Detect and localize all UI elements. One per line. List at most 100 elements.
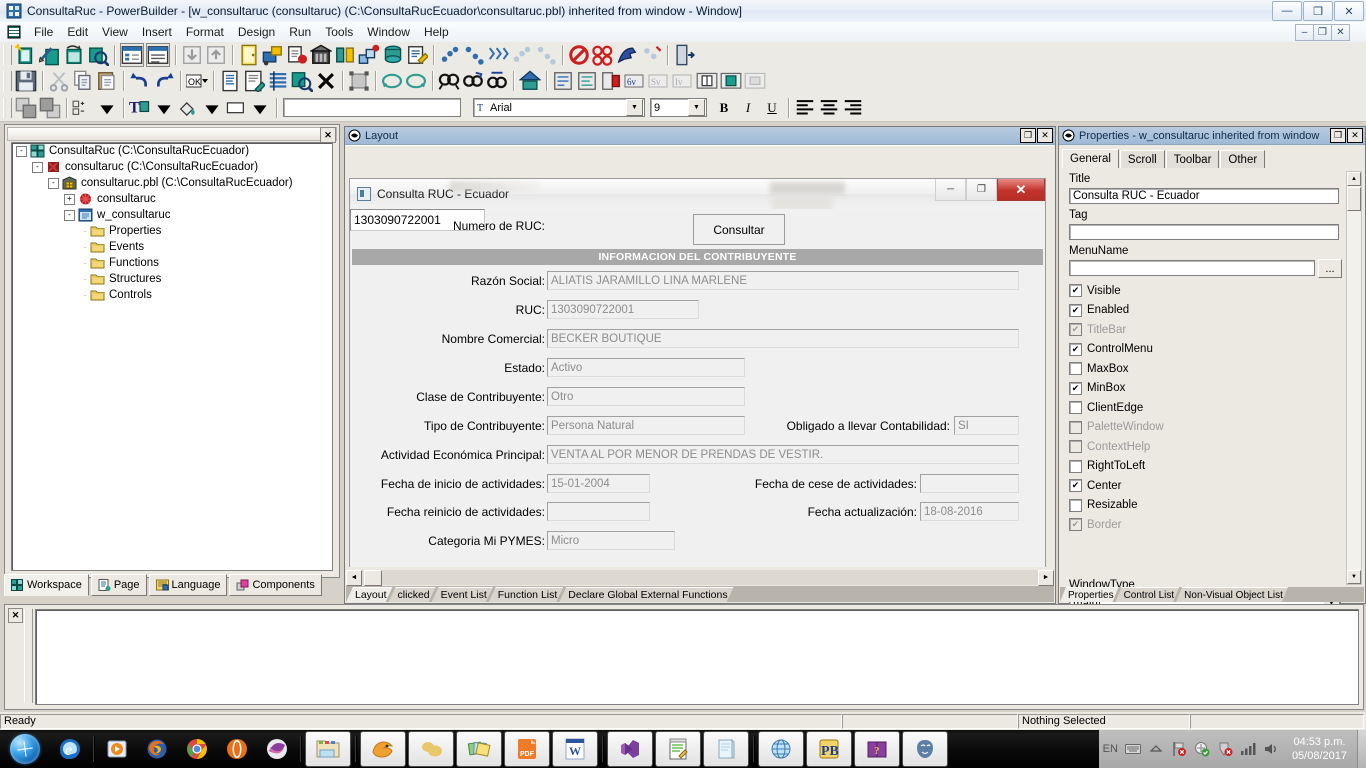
background-color-icon[interactable]: [225, 97, 247, 119]
align-right-icon[interactable]: [842, 97, 864, 119]
tree-node-w_consultaruc[interactable]: - w_consultaruc: [12, 207, 332, 223]
font-name-dropdown-arrow[interactable]: ▼: [626, 99, 643, 116]
language-indicator[interactable]: EN: [1103, 743, 1118, 755]
firefox-icon[interactable]: [137, 732, 177, 766]
scroll-down-button[interactable]: ▼: [1347, 570, 1361, 584]
toolbar-grip-2[interactable]: [3, 71, 12, 91]
tree-node-functions[interactable]: · Functions: [12, 255, 332, 271]
tab-order-icon[interactable]: [267, 70, 289, 92]
delete-icon[interactable]: [315, 70, 337, 92]
layout-horizontal-scrollbar[interactable]: ◄ ►: [346, 569, 1054, 586]
properties-close-button[interactable]: ✕: [1347, 128, 1363, 143]
datawindow-painter-icon[interactable]: [262, 44, 284, 66]
workspace-tree[interactable]: - ConsultaRuc (C:\ConsultaRucEcuador) - con…: [11, 142, 333, 571]
menu-tools[interactable]: Tools: [318, 23, 360, 41]
instance-vars2-icon[interactable]: Iv: [672, 70, 694, 92]
windows-media-player-icon[interactable]: [97, 732, 137, 766]
keyboard-icon[interactable]: [1124, 741, 1141, 757]
font-size-combo[interactable]: 9 ▼: [650, 98, 707, 117]
bring-to-front-icon[interactable]: [15, 97, 37, 119]
paste-special-icon[interactable]: [519, 70, 541, 92]
align-grid-dropdown[interactable]: [96, 97, 118, 119]
tag-field[interactable]: [1069, 224, 1339, 240]
find-prev-icon[interactable]: [486, 70, 508, 92]
properties-icon-tb[interactable]: [243, 70, 265, 92]
toolbar-grip[interactable]: [3, 45, 12, 65]
flag-action-center-icon[interactable]: [1171, 741, 1187, 757]
taskbar-button-8[interactable]: [703, 731, 749, 767]
copy-icon[interactable]: [72, 70, 94, 92]
network-icon[interactable]: [1240, 741, 1256, 757]
layout-tab-declare-global-external-functions[interactable]: Declare Global External Functions: [559, 587, 733, 602]
paste-icon[interactable]: [96, 70, 118, 92]
zoom-out-icon[interactable]: [381, 70, 403, 92]
shared-vars-icon[interactable]: [600, 70, 622, 92]
taskbar-clock[interactable]: 04:53 p.m. 05/08/2017: [1286, 735, 1353, 763]
library-painter-icon[interactable]: [238, 44, 260, 66]
expand-toggle-icon[interactable]: +: [64, 193, 75, 205]
menu-file[interactable]: File: [27, 23, 60, 41]
new-script-icon[interactable]: [219, 70, 241, 92]
volume-icon[interactable]: [1263, 741, 1279, 757]
layout-tab-layout[interactable]: Layout: [346, 587, 393, 602]
opera-icon[interactable]: [217, 732, 257, 766]
security-icon[interactable]: [1217, 741, 1233, 757]
text-color-icon[interactable]: T: [129, 97, 151, 119]
checkout-icon[interactable]: [205, 44, 227, 66]
database-profile2-icon[interactable]: [334, 44, 356, 66]
menu-help[interactable]: Help: [417, 23, 456, 41]
exit-icon[interactable]: [673, 44, 695, 66]
color-icon[interactable]: [720, 70, 742, 92]
debug-icon[interactable]: [463, 44, 485, 66]
scroll-up-button[interactable]: ▲: [1347, 172, 1361, 186]
tree-node-structures[interactable]: · Structures: [12, 271, 332, 287]
preview-icon[interactable]: [87, 44, 109, 66]
taskbar-button-11[interactable]: ?: [854, 731, 900, 767]
checkin-icon[interactable]: [181, 44, 203, 66]
italic-button[interactable]: I: [737, 97, 759, 119]
collapse-toggle-icon[interactable]: -: [16, 145, 27, 157]
menu-design[interactable]: Design: [231, 23, 282, 41]
layout-tab-function-list[interactable]: Function List: [489, 587, 564, 602]
taskbar-button-9[interactable]: [758, 731, 804, 767]
workspace-tab-workspace[interactable]: Workspace: [4, 574, 89, 596]
taskbar-button-4[interactable]: PDF: [504, 731, 550, 767]
menu-edit[interactable]: Edit: [60, 23, 95, 41]
child-minimize-button[interactable]: –: [1295, 24, 1314, 41]
collapse-toggle-icon[interactable]: -: [32, 161, 43, 173]
close-button[interactable]: ✕: [1334, 1, 1364, 21]
properties-tab-general[interactable]: General: [1062, 149, 1119, 168]
database-icon[interactable]: [382, 44, 404, 66]
child-close-button[interactable]: ✕: [1331, 24, 1350, 41]
properties-tab-toolbar[interactable]: Toolbar: [1165, 150, 1220, 168]
menu-view[interactable]: View: [95, 23, 135, 41]
align-grid-icon[interactable]: [72, 97, 94, 119]
background-color-dropdown[interactable]: [249, 97, 271, 119]
properties-bottom-tab-control-list[interactable]: Control List: [1116, 587, 1180, 602]
internet-explorer-icon[interactable]: e: [50, 732, 90, 766]
align-left-icon[interactable]: [794, 97, 816, 119]
property-checkbox-righttoleft[interactable]: RightToLeft: [1069, 459, 1145, 473]
run-preview-icon[interactable]: [439, 44, 461, 66]
taskbar-button-1[interactable]: [360, 731, 406, 767]
objects-icon[interactable]: [358, 44, 380, 66]
tree-node-consultaruc[interactable]: - consultaruc (C:\ConsultaRucEcuador): [12, 159, 332, 175]
select-all-icon[interactable]: [487, 44, 509, 66]
window-struct-icon[interactable]: [696, 70, 718, 92]
layout-restore-button[interactable]: ❐: [1020, 128, 1036, 143]
output-close-icon[interactable]: ✕: [8, 608, 23, 623]
toolbar-grip-3[interactable]: [3, 97, 12, 118]
breakpoints-icon[interactable]: [592, 44, 614, 66]
property-checkbox-visible[interactable]: ✔ Visible: [1069, 284, 1121, 297]
project-build-icon[interactable]: [640, 44, 662, 66]
start-button[interactable]: [0, 731, 50, 767]
taskbar-button-0[interactable]: [305, 731, 351, 767]
scroll-left-button[interactable]: ◄: [346, 569, 362, 586]
antivirus-icon[interactable]: [1194, 741, 1210, 757]
text-color-dropdown[interactable]: [153, 97, 175, 119]
scroll-right-button[interactable]: ►: [1038, 569, 1054, 586]
window-menu-icon[interactable]: [6, 25, 22, 39]
global-vars-icon[interactable]: [552, 70, 574, 92]
save-icon[interactable]: [15, 70, 37, 92]
local-vars-icon[interactable]: [576, 70, 598, 92]
